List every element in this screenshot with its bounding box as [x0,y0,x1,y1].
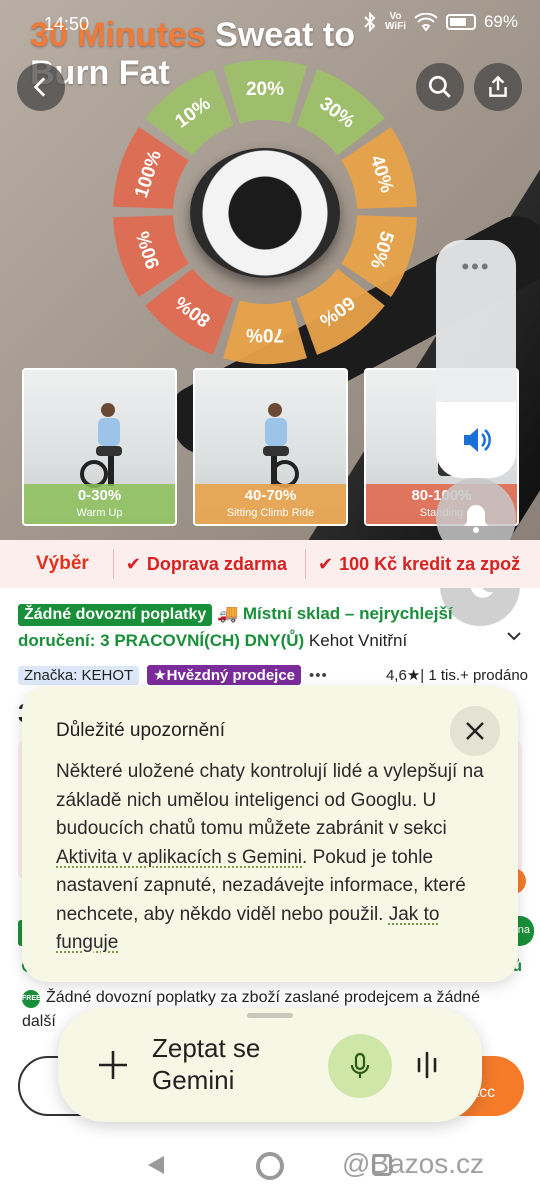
promo-credit: ✔ 100 Kč kredit za zpož [317,553,521,574]
back-button[interactable] [17,63,65,111]
local-warehouse-text: Místní sklad – nejrychlejší [242,604,453,623]
drag-handle[interactable] [247,1013,293,1018]
thumbnail-climb[interactable]: 40-70% Sitting Climb Ride [193,368,348,526]
plus-icon[interactable] [96,1048,130,1082]
search-button[interactable] [416,63,464,111]
badge-row: Značka: KEHOT ★Hvězdný prodejce ••• 4,6★… [18,662,528,688]
truck-icon: 🚚 [216,604,239,623]
promo-free-shipping: ✔ Doprava zdarma [125,553,287,574]
delivery-time: doručení: 3 PRACOVNÍ(CH) DNY(Ů) [18,631,305,650]
chevron-left-icon [33,77,46,97]
status-icons: Vo WiFi 69% [363,12,518,32]
brand-badge[interactable]: Značka: KEHOT [18,665,140,685]
speaker-icon[interactable] [458,422,494,458]
close-button[interactable] [450,706,500,756]
gemini-notice-card: Důležité upozornění Některé uložené chat… [22,686,518,982]
live-audio-icon[interactable] [410,1048,444,1082]
close-icon [466,722,484,740]
screen: 10% 20% 30% 40% 50% 60% 70% 80% 90% 100% 30 Minut… [0,0,540,1200]
check-icon: ✔ [125,553,141,574]
choice-label: Výběr [36,553,89,574]
gemini-activity-link[interactable]: Aktivita v aplikacích s Gemini [56,847,302,868]
thumbnail-warm-up[interactable]: 0-30% Warm Up [22,368,177,526]
thumb-caption: 40-70% Sitting Climb Ride [195,484,346,524]
volume-menu-dots[interactable]: ••• [436,254,516,280]
bell-icon [464,505,488,533]
clock: 14:50 [44,14,90,34]
dial-label: 70% [246,324,284,345]
notice-title: Důležité upozornění [56,720,225,741]
share-button[interactable] [474,63,522,111]
battery-percent: 69% [483,12,518,31]
watermark: @Bazos.cz [342,1148,485,1179]
chevron-down-icon[interactable] [506,628,522,644]
microphone-icon [350,1052,370,1078]
volume-panel[interactable]: ••• [436,240,516,478]
vowifi-label: Vo WiFi [384,11,406,32]
check-icon: ✔ [317,553,334,574]
star-icon: ★ [406,667,421,684]
battery-icon [445,14,476,30]
nav-home-icon[interactable] [256,1152,284,1180]
no-import-fees-tag: Žádné dovozní poplatky [18,604,213,626]
rating: 4,6★| 1 tis.+ prodáno [385,667,528,684]
cyclist-figure [263,403,299,488]
gemini-input-bar[interactable]: Zeptat se Gemini [58,1008,482,1122]
share-icon [489,75,507,97]
notice-body: Některé uložené chaty kontrolují lidé a … [56,761,484,953]
status-bar: 14:50 Vo WiFi 69% [0,0,540,50]
promo-strip[interactable]: Výběr ✔ Doprava zdarma ✔ 100 Kč kredit za … [0,540,540,588]
thumb-caption: 0-30% Warm Up [24,484,175,524]
shipping-info[interactable]: Žádné dovozní poplatky 🚚 Místní sklad – … [18,600,528,654]
star-icon: ★ [153,667,167,684]
divider [112,549,114,579]
bluetooth-icon [364,12,376,32]
gemini-prompt-input[interactable]: Zeptat se Gemini [152,1032,302,1096]
divider [304,549,306,579]
cyclist-figure [80,403,122,488]
free-icon: FREE [22,990,41,1008]
microphone-button[interactable] [328,1034,392,1098]
nav-back-icon[interactable] [146,1154,166,1176]
seller-note: Kehot Vnitřní [308,631,408,650]
search-icon [428,75,451,98]
resistance-knob [190,148,340,278]
star-seller-badge[interactable]: ★Hvězdný prodejce [147,665,302,685]
more-icon[interactable]: ••• [309,667,328,684]
wifi-icon [414,13,438,31]
